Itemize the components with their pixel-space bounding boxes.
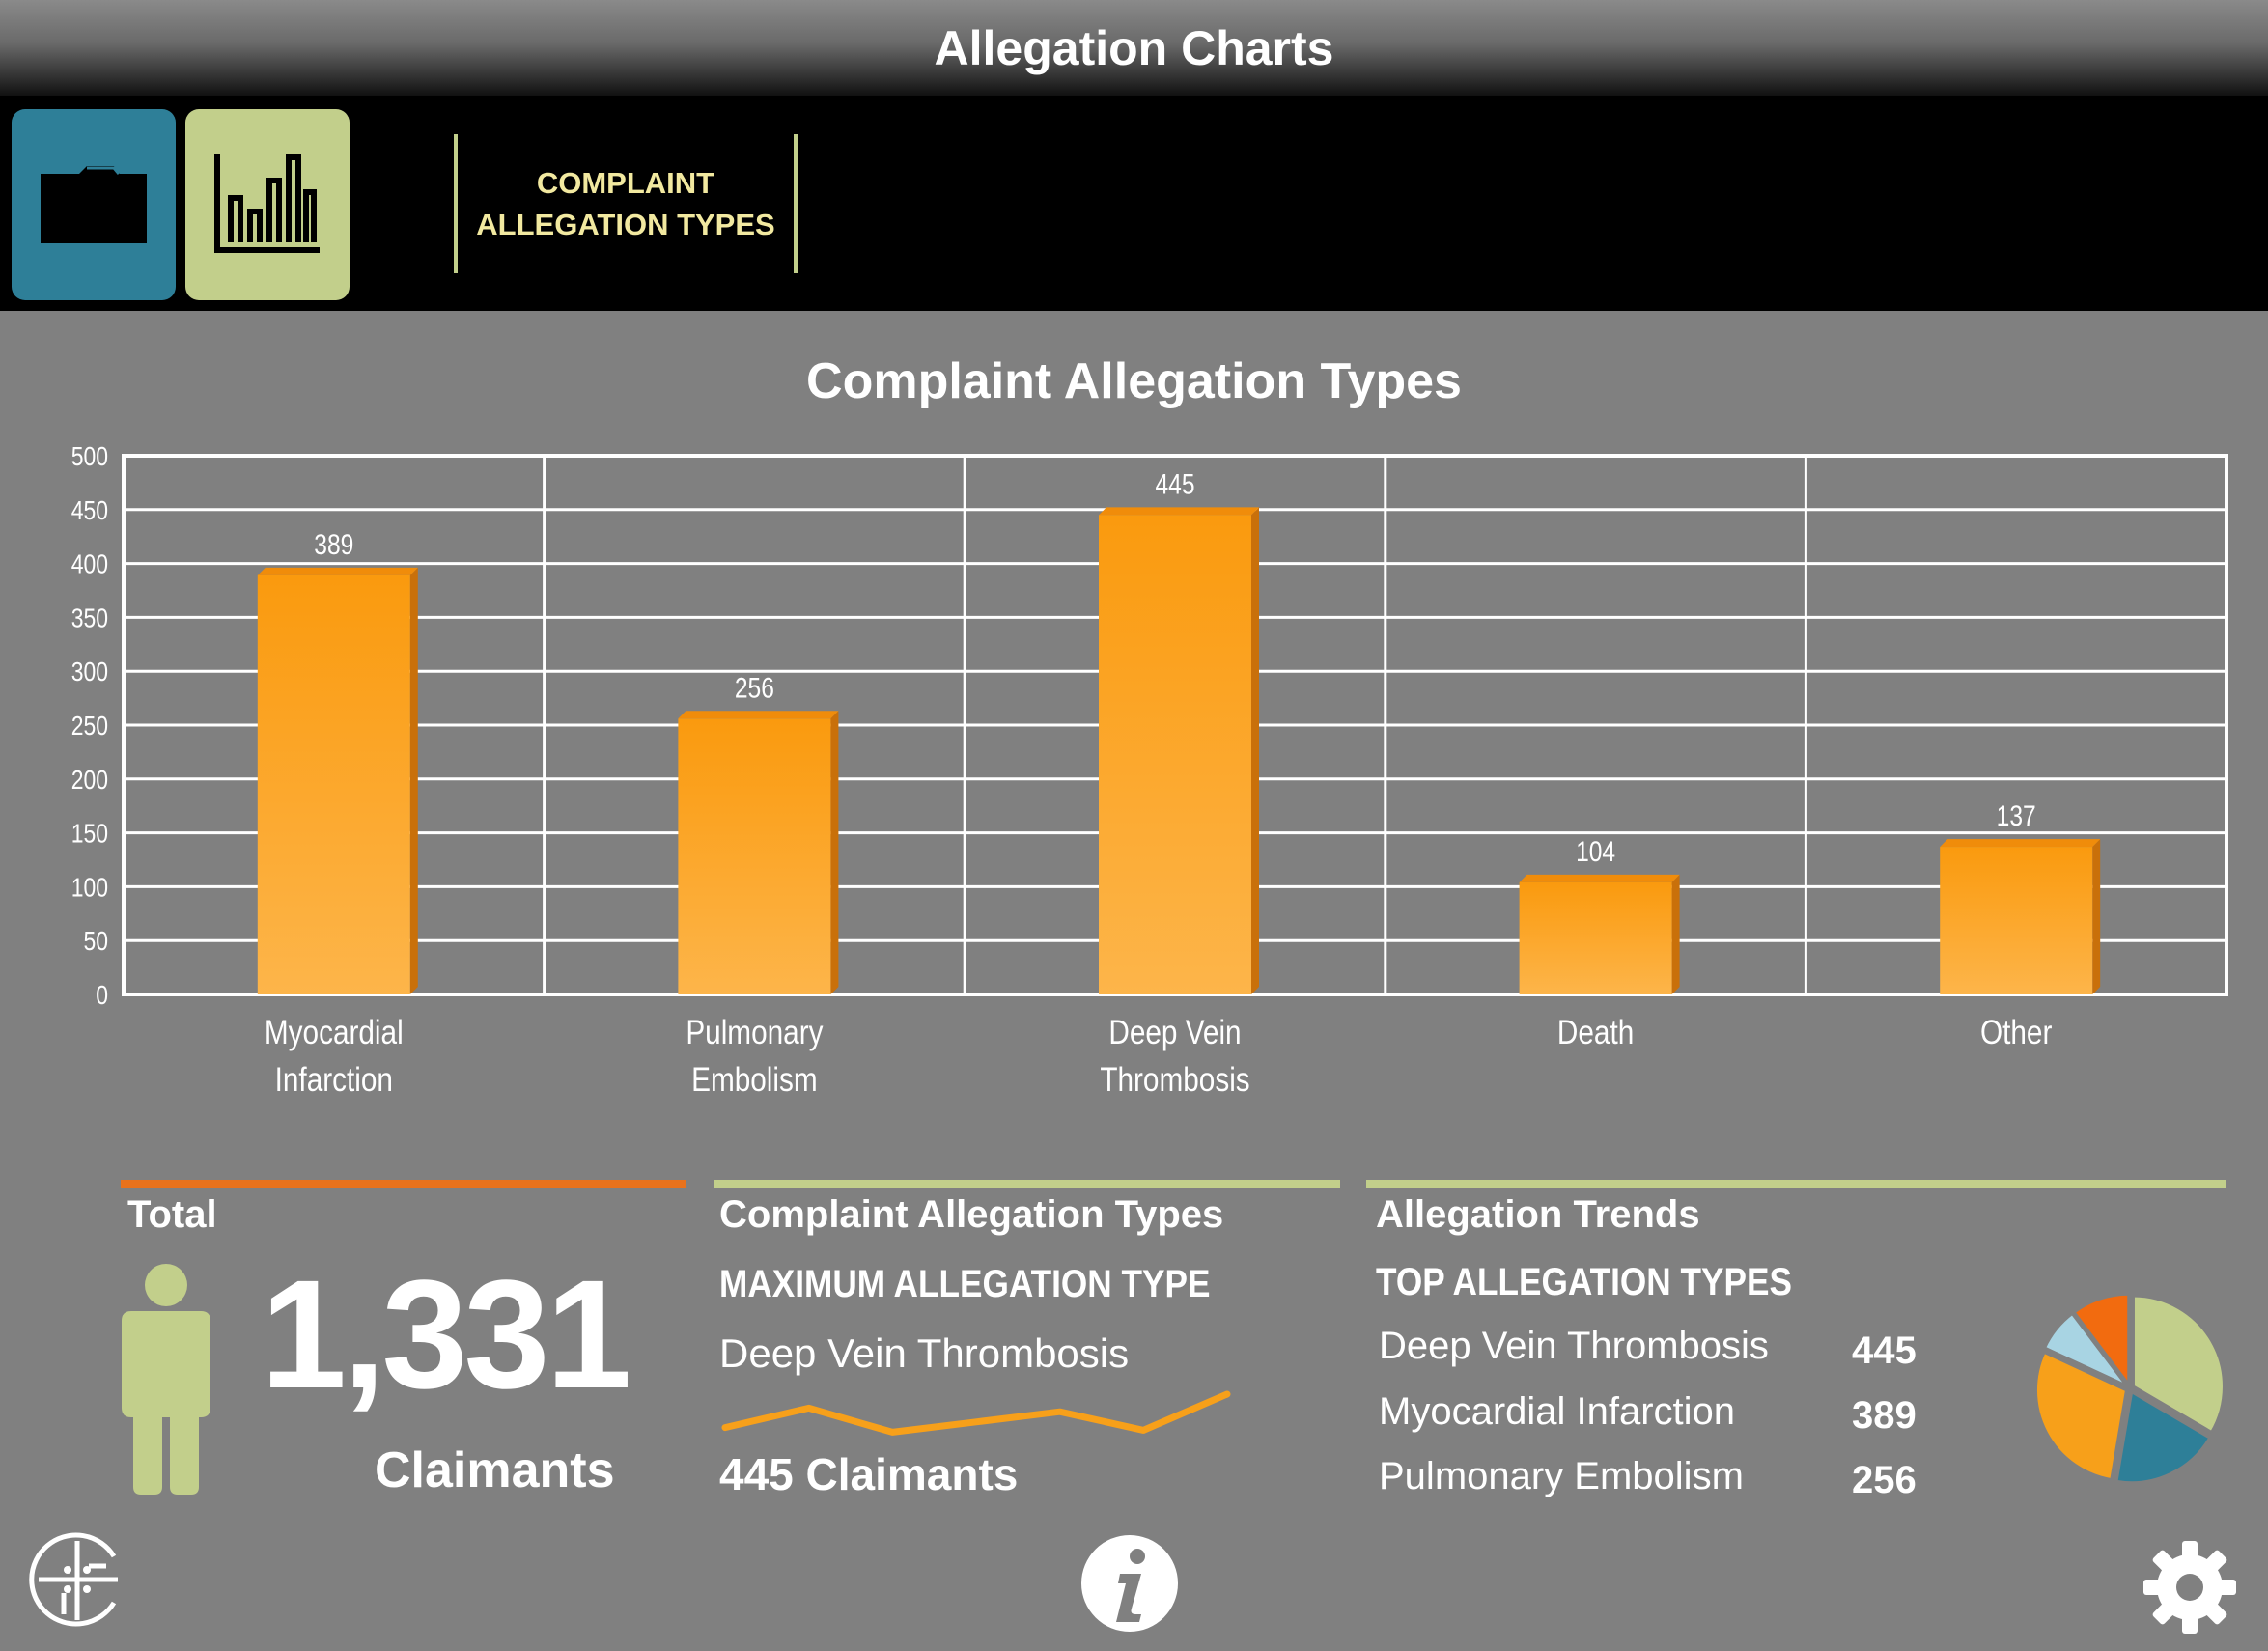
- bar-top: [257, 567, 418, 575]
- gear-icon[interactable]: [2142, 1539, 2238, 1636]
- bar-chart: 389 256 445 104 137 0 50 100 150 200 250 300 350 400…: [71, 442, 2228, 1099]
- bar-value-label: 137: [1997, 799, 2036, 832]
- bar-value-label: 104: [1576, 835, 1615, 868]
- x-category-label: Pulmonary: [686, 1014, 824, 1051]
- trend-row-label: Pulmonary Embolism: [1379, 1455, 1744, 1497]
- max-type-claimants: 445 Claimants: [719, 1449, 1019, 1499]
- trends-heading: Allegation Trends: [1376, 1193, 1700, 1236]
- trends-pie-chart: [2033, 1292, 2226, 1485]
- bar: [1099, 515, 1251, 994]
- x-category-label: Embolism: [691, 1061, 818, 1099]
- bar-side: [1251, 507, 1259, 994]
- trend-row-label: Myocardial Infarction: [1379, 1390, 1736, 1433]
- info-icon[interactable]: [1079, 1533, 1180, 1634]
- types-panel-rule: [714, 1180, 1340, 1188]
- bar-side: [830, 711, 839, 994]
- trend-row-label: Deep Vein Thrombosis: [1379, 1325, 1769, 1367]
- bar: [1519, 881, 1672, 994]
- trends-panel-rule: [1366, 1180, 2226, 1188]
- top-types-subheading: TOP ALLEGATION TYPES: [1376, 1261, 1792, 1303]
- y-tick-label: 200: [71, 766, 108, 796]
- y-tick-label: 350: [71, 603, 108, 633]
- x-category-label: Myocardial: [265, 1014, 404, 1051]
- y-tick-label: 300: [71, 658, 108, 687]
- trend-row-value: 256: [1852, 1459, 1917, 1501]
- chart-title: Complaint Allegation Types: [806, 353, 1462, 409]
- y-tick-label: 250: [71, 712, 108, 742]
- y-tick-label: 500: [71, 442, 108, 472]
- x-category-label: Thrombosis: [1100, 1061, 1249, 1099]
- bar-value-label: 256: [735, 671, 774, 704]
- bar-side: [409, 567, 418, 994]
- max-type-subheading: MAXIMUM ALLEGATION TYPE: [719, 1263, 1211, 1305]
- total-heading: Total: [127, 1193, 217, 1236]
- total-claimants-value: 1,331: [261, 1247, 631, 1420]
- sparkline: [721, 1390, 1231, 1436]
- bar-chart-button[interactable]: [185, 109, 350, 300]
- total-panel-rule: [121, 1180, 686, 1188]
- y-tick-label: 0: [96, 981, 108, 1011]
- tab-label-line1: COMPLAINT: [536, 166, 715, 200]
- x-category-label: Other: [1980, 1014, 2053, 1051]
- bar: [1940, 847, 2093, 994]
- y-tick-label: 50: [83, 927, 108, 957]
- types-heading: Complaint Allegation Types: [719, 1193, 1224, 1236]
- crosshair-logo-icon[interactable]: [25, 1527, 129, 1632]
- x-category-label: Death: [1557, 1014, 1634, 1051]
- bar-value-label: 445: [1155, 467, 1194, 500]
- tab-label-line2: ALLEGATION TYPES: [476, 208, 775, 241]
- max-type-value: Deep Vein Thrombosis: [719, 1330, 1130, 1376]
- person-icon: [122, 1264, 210, 1495]
- folder-icon: [41, 166, 147, 243]
- trend-row-value: 445: [1852, 1329, 1917, 1372]
- y-tick-label: 150: [71, 820, 108, 850]
- bar: [678, 718, 831, 994]
- folder-button[interactable]: [12, 109, 176, 300]
- window-title: Allegation Charts: [934, 20, 1334, 75]
- y-tick-label: 100: [71, 873, 108, 903]
- trend-row-value: 389: [1852, 1394, 1917, 1437]
- bar-top: [1940, 839, 2101, 848]
- y-tick-label: 450: [71, 496, 108, 526]
- tab-complaint-allegation-types[interactable]: COMPLAINT ALLEGATION TYPES: [454, 134, 798, 273]
- total-claimants-label: Claimants: [375, 1442, 615, 1498]
- bar-top: [1519, 874, 1680, 882]
- bar: [257, 574, 410, 994]
- bar-value-label: 389: [314, 528, 353, 561]
- bar-top: [678, 711, 839, 719]
- y-tick-label: 400: [71, 550, 108, 580]
- title-bar: Allegation Charts: [0, 0, 2268, 96]
- bar-side: [2092, 839, 2101, 994]
- toolbar: COMPLAINT ALLEGATION TYPES: [0, 96, 2268, 311]
- bar-top: [1099, 507, 1259, 516]
- x-category-label: Deep Vein: [1108, 1014, 1241, 1051]
- x-category-label: Infarction: [275, 1061, 393, 1099]
- bar-chart-icon: [214, 154, 320, 253]
- bar-side: [1671, 874, 1680, 994]
